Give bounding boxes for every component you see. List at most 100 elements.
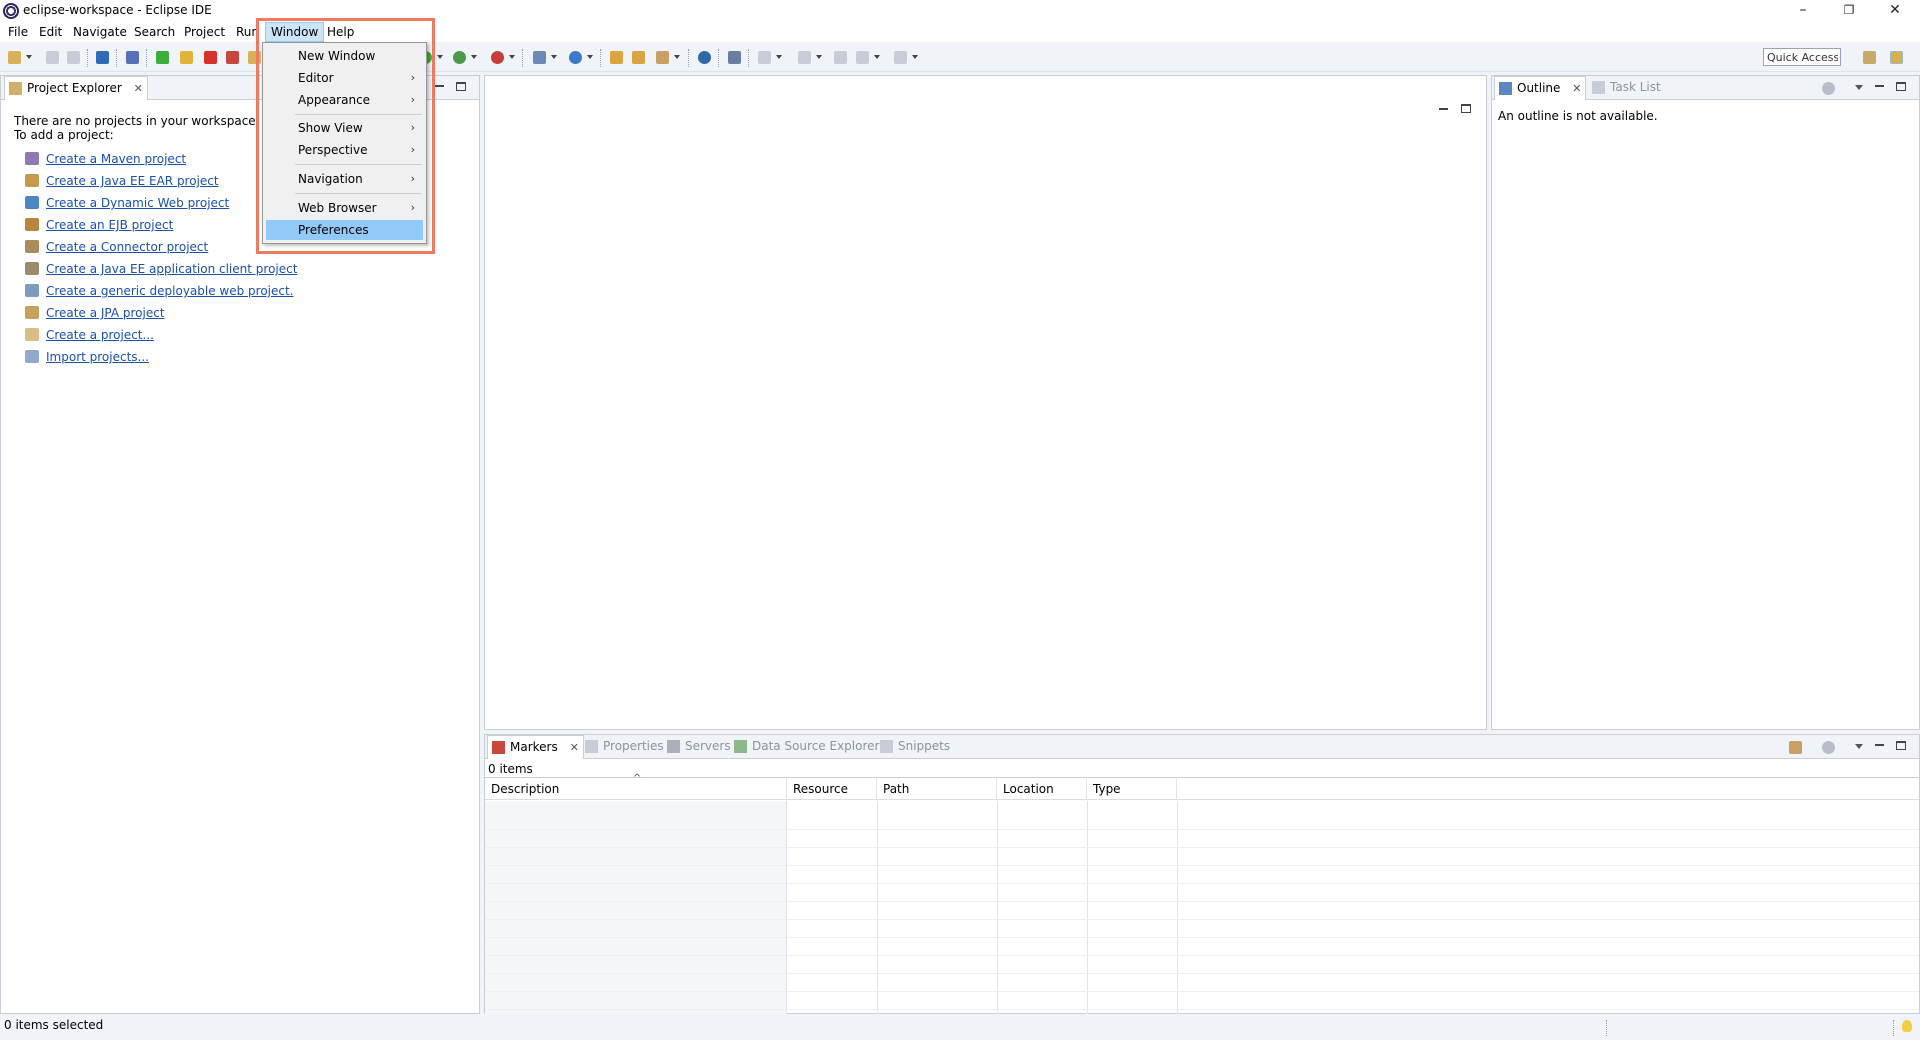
resume-icon[interactable] [156, 51, 169, 64]
new-class-icon[interactable] [569, 51, 582, 64]
table-row [485, 977, 1919, 992]
coverage-icon[interactable] [453, 51, 466, 64]
import-projects-icon [25, 350, 39, 363]
table-row [485, 887, 1919, 902]
maximize-editor-icon[interactable] [1461, 104, 1471, 113]
column-type[interactable]: Type [1087, 778, 1177, 800]
status-bar: 0 items selected [0, 1016, 1920, 1040]
focus-icon[interactable] [1822, 741, 1835, 754]
lightbulb-icon[interactable] [1902, 1020, 1912, 1032]
markers-table: Description ^ Resource Path Location Typ… [485, 773, 1919, 1014]
table-row [485, 905, 1919, 920]
toolbar-separator [600, 49, 601, 67]
next-annotation-icon[interactable] [758, 51, 771, 64]
create-generic-web-project-link[interactable]: Create a generic deployable web project. [46, 284, 294, 298]
web-browser-icon[interactable] [698, 51, 711, 64]
close-button[interactable]: ✕ [1872, 0, 1918, 22]
quick-access-input[interactable] [1763, 48, 1841, 66]
last-edit-location-icon[interactable] [834, 51, 847, 64]
terminate-icon[interactable] [204, 51, 217, 64]
previous-annotation-icon[interactable] [798, 51, 811, 64]
properties-icon [585, 740, 598, 753]
create-app-client-project-link[interactable]: Create a Java EE application client proj… [46, 262, 297, 276]
toggle-mark-occurrences-icon[interactable] [728, 51, 741, 64]
close-tab-icon[interactable]: ✕ [134, 82, 143, 95]
sort-ascending-icon: ^ [633, 773, 642, 784]
tab-properties[interactable]: Properties [581, 735, 668, 759]
import-projects-link[interactable]: Import projects... [46, 350, 149, 364]
minimize-button[interactable]: – [1780, 0, 1826, 22]
terminal-icon[interactable] [96, 51, 109, 64]
menu-navigate[interactable]: Navigate [68, 22, 132, 42]
menu-file[interactable]: File [3, 22, 33, 42]
suspend-icon[interactable] [180, 51, 193, 64]
tab-markers[interactable]: Markers ✕ [487, 735, 584, 759]
view-menu-icon[interactable] [1855, 744, 1863, 749]
minimize-view-icon[interactable] [1875, 744, 1884, 746]
column-location[interactable]: Location [997, 778, 1087, 800]
tab-label: Task List [1610, 80, 1661, 94]
create-jpa-project-link[interactable]: Create a JPA project [46, 306, 165, 320]
new-package-dropdown-icon[interactable] [551, 55, 557, 59]
toolbar-separator [87, 49, 88, 67]
data-source-icon [734, 740, 747, 753]
tab-outline[interactable]: Outline ✕ [1494, 76, 1587, 100]
tab-servers[interactable]: Servers [663, 735, 735, 759]
new-dropdown-icon[interactable] [26, 55, 32, 59]
previous-annotation-dropdown-icon[interactable] [816, 55, 822, 59]
external-tools-icon[interactable] [491, 51, 504, 64]
search-icon[interactable] [656, 51, 669, 64]
next-annotation-dropdown-icon[interactable] [776, 55, 782, 59]
create-ear-project-link[interactable]: Create a Java EE EAR project [46, 174, 219, 188]
forward-dropdown-icon[interactable] [912, 55, 918, 59]
generic-web-project-icon [25, 284, 39, 297]
open-task-icon[interactable] [632, 51, 645, 64]
toolbar-separator [116, 49, 117, 67]
open-type-icon[interactable] [610, 51, 623, 64]
menu-edit[interactable]: Edit [34, 22, 67, 42]
column-path[interactable]: Path [877, 778, 997, 800]
filter-icon[interactable] [1789, 741, 1802, 754]
external-tools-dropdown-icon[interactable] [509, 55, 515, 59]
new-java-package-icon[interactable] [533, 51, 546, 64]
new-icon[interactable] [8, 51, 21, 64]
maximize-view-icon[interactable] [456, 82, 466, 91]
java-ee-perspective-icon[interactable] [1890, 51, 1903, 64]
minimize-editor-icon[interactable] [1439, 108, 1448, 110]
menu-search[interactable]: Search [129, 22, 180, 42]
maximize-view-icon[interactable] [1896, 741, 1906, 750]
open-perspective-icon[interactable] [1863, 51, 1876, 64]
back-dropdown-icon[interactable] [874, 55, 880, 59]
run-dropdown-icon[interactable] [437, 55, 443, 59]
close-tab-icon[interactable]: ✕ [570, 741, 579, 754]
view-menu-icon[interactable] [1855, 85, 1863, 90]
maximize-view-icon[interactable] [1896, 82, 1906, 91]
forward-icon[interactable] [894, 51, 907, 64]
save-icon[interactable] [46, 51, 59, 64]
close-tab-icon[interactable]: ✕ [1572, 82, 1581, 95]
outline-focus-icon[interactable] [1822, 82, 1835, 95]
new-class-dropdown-icon[interactable] [587, 55, 593, 59]
minimize-view-icon[interactable] [1875, 85, 1884, 87]
create-dynamic-web-project-link[interactable]: Create a Dynamic Web project [46, 196, 229, 210]
restore-button[interactable]: ❐ [1826, 0, 1872, 22]
add-project-message: To add a project: [14, 128, 114, 142]
create-connector-project-link[interactable]: Create a Connector project [46, 240, 208, 254]
create-project-link[interactable]: Create a project... [46, 328, 154, 342]
create-ejb-project-link[interactable]: Create an EJB project [46, 218, 173, 232]
column-resource[interactable]: Resource [787, 778, 877, 800]
tab-snippets[interactable]: Snippets [876, 735, 954, 759]
markers-tabbar: Markers ✕ Properties Servers Data Source… [485, 735, 1919, 759]
save-all-icon[interactable] [67, 51, 80, 64]
skip-breakpoints-icon[interactable] [126, 51, 139, 64]
create-maven-project-link[interactable]: Create a Maven project [46, 152, 186, 166]
tab-data-source-explorer[interactable]: Data Source Explorer [730, 735, 883, 759]
coverage-dropdown-icon[interactable] [471, 55, 477, 59]
disconnect-icon[interactable] [226, 51, 239, 64]
back-icon[interactable] [856, 51, 869, 64]
tab-project-explorer[interactable]: Project Explorer ✕ [4, 76, 148, 100]
minimize-view-icon[interactable] [435, 85, 444, 87]
tab-task-list[interactable]: Task List [1588, 76, 1665, 100]
menu-project[interactable]: Project [179, 22, 230, 42]
search-dropdown-icon[interactable] [674, 55, 680, 59]
